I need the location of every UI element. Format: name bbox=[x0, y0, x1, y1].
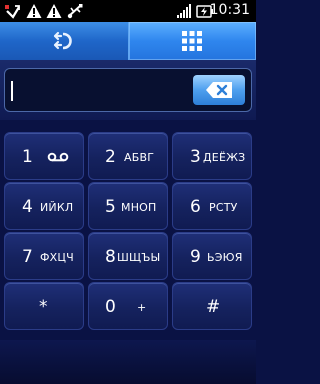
key-letters: ШЩЪЫ bbox=[117, 251, 161, 264]
key-letters: ЬЭЮЯ bbox=[207, 251, 243, 264]
key-8[interactable]: 8 ШЩЪЫ bbox=[88, 232, 168, 280]
key-letters: АБВГ bbox=[124, 151, 155, 164]
call-log-icon bbox=[53, 31, 72, 50]
key-letters: ИЙКЛ bbox=[40, 201, 74, 214]
key-star[interactable]: * bbox=[4, 282, 84, 330]
key-digit: 9 bbox=[190, 247, 201, 267]
key-2[interactable]: 2 АБВГ bbox=[88, 132, 168, 180]
key-letters: РСТУ bbox=[209, 201, 238, 214]
key-letters: ФХЦЧ bbox=[40, 251, 74, 264]
usb-debug-icon bbox=[67, 4, 83, 19]
tab-recent-calls[interactable] bbox=[0, 22, 129, 60]
phone-number-field[interactable] bbox=[4, 68, 252, 112]
key-letters: МНОП bbox=[121, 201, 157, 214]
status-bar: 10:31 bbox=[0, 0, 256, 22]
key-digit: 7 bbox=[22, 247, 33, 267]
key-digit: 3 bbox=[190, 147, 201, 167]
key-digit: 0 bbox=[105, 297, 116, 317]
key-digit: 8 bbox=[105, 247, 116, 267]
key-letters: ДЕЁЖЗ bbox=[203, 151, 246, 164]
key-digit: * bbox=[39, 297, 48, 317]
dialpad-keys: 1 2 АБВГ 3 ДЕЁЖЗ 4 ИЙКЛ 5 МНОП 6 РСТУ 7 … bbox=[0, 124, 256, 336]
voicemail-icon bbox=[47, 152, 69, 162]
key-digit: 4 bbox=[22, 197, 33, 217]
key-3[interactable]: 3 ДЕЁЖЗ bbox=[172, 132, 252, 180]
number-input-row bbox=[0, 60, 256, 120]
text-cursor bbox=[11, 81, 13, 101]
missed-call-icon bbox=[5, 5, 20, 19]
key-digit: 2 bbox=[105, 147, 116, 167]
key-7[interactable]: 7 ФХЦЧ bbox=[4, 232, 84, 280]
dialpad-grid-icon bbox=[182, 31, 203, 51]
key-0[interactable]: 0 + bbox=[88, 282, 168, 330]
key-digit: 6 bbox=[190, 197, 201, 217]
key-letters: + bbox=[137, 301, 147, 314]
key-4[interactable]: 4 ИЙКЛ bbox=[4, 182, 84, 230]
warning-icon bbox=[46, 4, 62, 18]
key-digit: 5 bbox=[105, 197, 116, 217]
key-9[interactable]: 9 ЬЭЮЯ bbox=[172, 232, 252, 280]
backspace-button[interactable] bbox=[193, 75, 245, 105]
warning-icon bbox=[26, 4, 42, 18]
key-hash[interactable]: # bbox=[172, 282, 252, 330]
key-6[interactable]: 6 РСТУ bbox=[172, 182, 252, 230]
tab-dialpad[interactable] bbox=[128, 22, 256, 60]
key-1[interactable]: 1 bbox=[4, 132, 84, 180]
dialer-tabs bbox=[0, 22, 256, 60]
key-5[interactable]: 5 МНОП bbox=[88, 182, 168, 230]
status-clock: 10:31 bbox=[209, 2, 250, 18]
signal-icon bbox=[177, 4, 191, 18]
key-digit: 1 bbox=[22, 147, 33, 167]
bottom-bar bbox=[0, 340, 256, 384]
backspace-icon bbox=[206, 82, 232, 98]
key-digit: # bbox=[206, 297, 221, 317]
